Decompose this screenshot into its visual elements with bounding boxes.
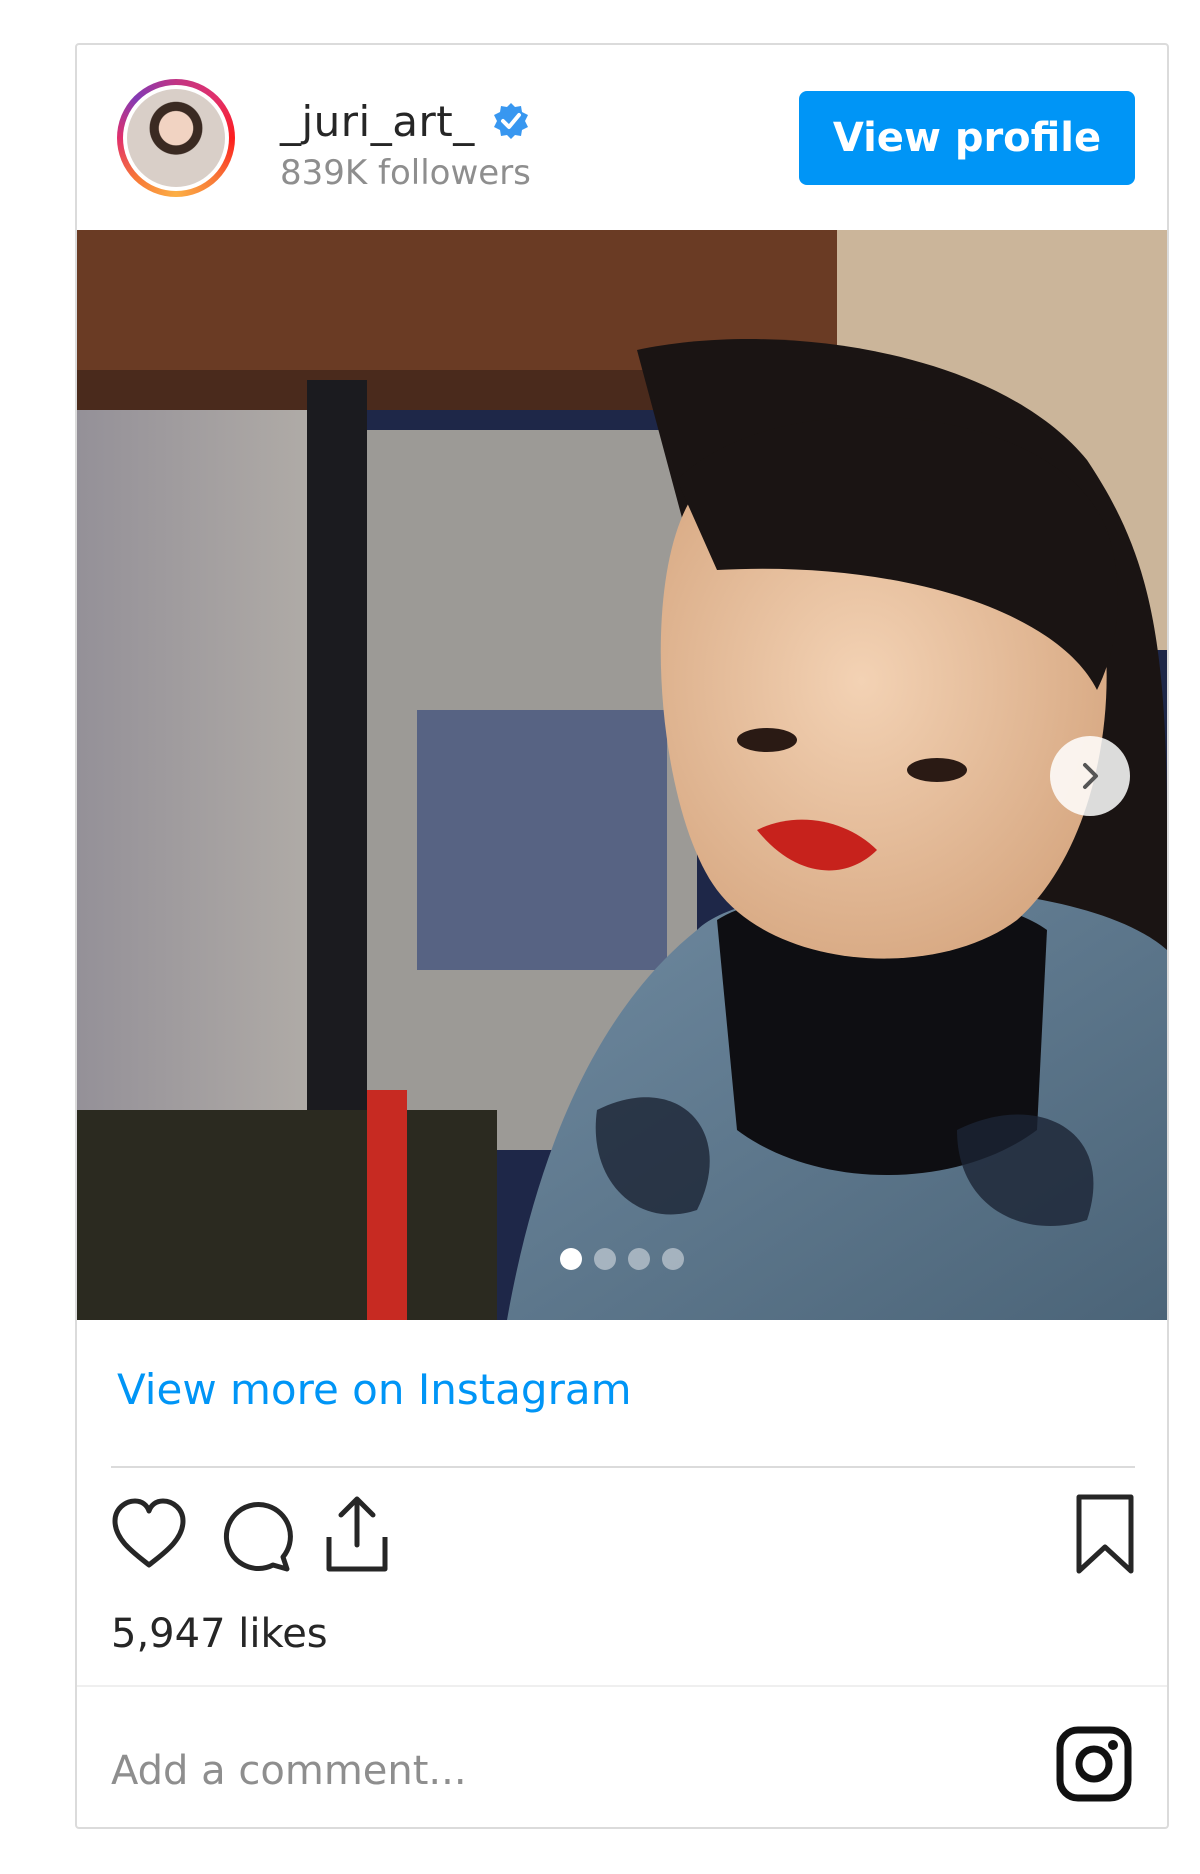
instagram-embed-card: _juri_art_ 839K followers View profile V… — [75, 43, 1169, 1829]
avatar-frame — [123, 85, 229, 191]
comment-input[interactable] — [111, 1741, 991, 1801]
username[interactable]: _juri_art_ — [280, 97, 475, 146]
instagram-icon[interactable] — [1055, 1725, 1133, 1803]
divider — [111, 1466, 1135, 1468]
view-profile-button[interactable]: View profile — [799, 91, 1135, 185]
carousel-dot — [662, 1248, 684, 1270]
share-icon[interactable] — [315, 1493, 399, 1577]
heart-icon[interactable] — [107, 1493, 191, 1577]
verified-badge-icon — [491, 101, 531, 141]
divider — [77, 1685, 1167, 1687]
comment-icon[interactable] — [211, 1493, 295, 1577]
avatar-story-ring[interactable] — [117, 79, 235, 197]
carousel-dot — [560, 1248, 582, 1270]
action-bar — [107, 1493, 1147, 1583]
post-photo[interactable] — [77, 230, 1167, 1320]
chevron-right-icon — [1083, 763, 1098, 789]
carousel-indicator — [560, 1248, 684, 1270]
username-row: _juri_art_ — [280, 91, 531, 151]
photo-image — [77, 230, 1167, 1320]
carousel-next-button[interactable] — [1050, 736, 1130, 816]
bookmark-icon[interactable] — [1063, 1493, 1147, 1577]
carousel-dot — [594, 1248, 616, 1270]
post-header: _juri_art_ 839K followers View profile — [77, 45, 1167, 230]
avatar — [127, 89, 225, 187]
like-count: 5,947 likes — [111, 1611, 328, 1657]
follower-count: 839K followers — [280, 153, 531, 193]
view-more-link[interactable]: View more on Instagram — [117, 1365, 632, 1414]
carousel-dot — [628, 1248, 650, 1270]
